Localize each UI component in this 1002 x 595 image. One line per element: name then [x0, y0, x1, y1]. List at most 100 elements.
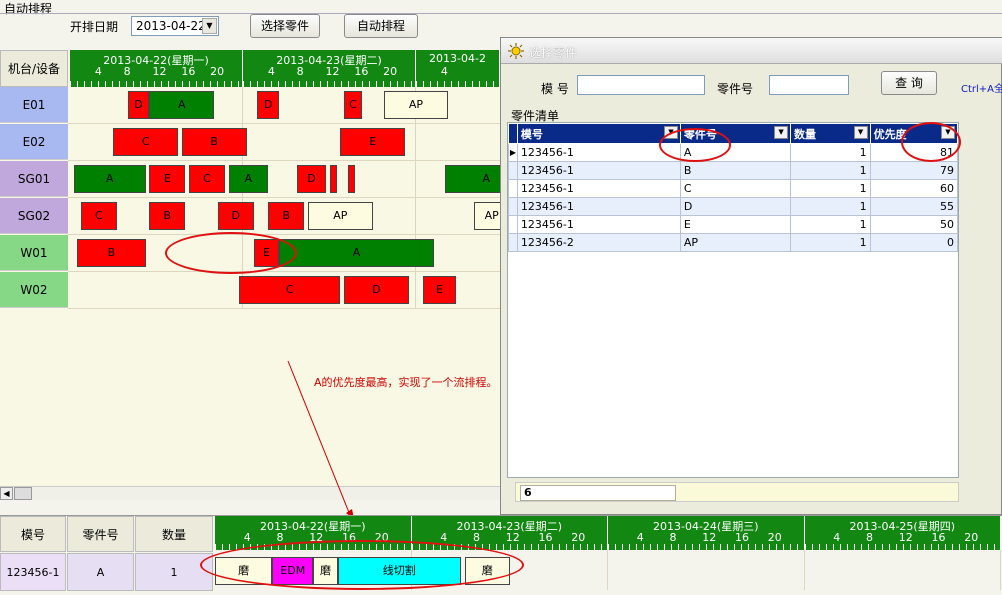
table-cell[interactable]: 123456-2: [516, 233, 681, 252]
auto-schedule-button[interactable]: 自动排程: [344, 14, 418, 38]
task-bar[interactable]: A: [279, 239, 434, 267]
process-cell: A: [67, 553, 134, 591]
table-row[interactable]: 123456-1 E 1 50: [508, 215, 959, 234]
tick-marks: [416, 81, 499, 87]
mold-input[interactable]: [577, 75, 705, 95]
table-row[interactable]: 123456-1 B 1 79: [508, 161, 959, 180]
task-bar[interactable]: AP: [307, 202, 373, 230]
table-cell[interactable]: 1: [790, 215, 871, 234]
task-bar[interactable]: A: [444, 165, 500, 193]
scroll-left-icon[interactable]: ◀: [0, 487, 13, 500]
task-bar[interactable]: C: [239, 276, 341, 304]
parts-grid-area: 模号 ▼ 零件号 ▼ 数量 ▼ 优先度 ▼ ▶ 123456-1 A 1 81 123456-1 B 1 79…: [507, 122, 959, 478]
row-selector[interactable]: [508, 197, 518, 216]
table-cell[interactable]: B: [679, 161, 792, 180]
horizontal-scrollbar[interactable]: ◀: [0, 486, 500, 500]
select-parts-button[interactable]: 选择零件: [250, 14, 320, 38]
row-selector[interactable]: [508, 179, 518, 198]
table-cell[interactable]: 123456-1: [516, 215, 681, 234]
day-divider: [607, 550, 608, 590]
hour-tick-label: 16: [931, 531, 946, 544]
table-cell[interactable]: 123456-1: [516, 161, 681, 180]
scroll-thumb[interactable]: [14, 487, 32, 500]
column-header[interactable]: 模号 ▼: [516, 123, 681, 144]
filter-dropdown-icon[interactable]: ▼: [774, 126, 789, 139]
task-bar[interactable]: E: [340, 128, 406, 156]
column-header[interactable]: 数量 ▼: [790, 123, 871, 144]
task-bar[interactable]: [347, 165, 355, 193]
task-bar[interactable]: D: [257, 91, 280, 119]
machine-label-sg01: SG01: [0, 161, 68, 197]
table-cell[interactable]: 1: [790, 197, 871, 216]
task-bar[interactable]: D: [343, 276, 409, 304]
table-cell[interactable]: 79: [869, 161, 959, 180]
table-row[interactable]: 123456-1 D 1 55: [508, 197, 959, 216]
table-cell[interactable]: 1: [790, 179, 871, 198]
row-selector[interactable]: ▶: [508, 143, 518, 162]
sun-icon: [508, 43, 524, 59]
process-panel: 模号 123456-1 零件号 A 数量 1 2013-04-22(星期一) 4 8 12 16 2…: [0, 515, 1002, 595]
task-bar[interactable]: E: [423, 276, 456, 304]
table-row[interactable]: ▶ 123456-1 A 1 81: [508, 143, 959, 162]
hour-tick-label: 4: [636, 531, 644, 544]
hour-tick-label: 4: [440, 531, 448, 544]
task-bar[interactable]: A: [228, 165, 269, 193]
hour-tick-label: 4: [267, 65, 275, 78]
day-divider: [1000, 550, 1001, 590]
part-input[interactable]: [769, 75, 849, 95]
row-selector[interactable]: [508, 215, 518, 234]
filter-dropdown-icon[interactable]: ▼: [853, 126, 868, 139]
table-cell[interactable]: D: [679, 197, 792, 216]
row-selector[interactable]: [508, 161, 518, 180]
task-bar[interactable]: B: [149, 202, 186, 230]
table-cell[interactable]: 0: [869, 233, 959, 252]
query-button[interactable]: 查 询: [881, 71, 937, 95]
column-header-label: 模号: [520, 127, 543, 141]
task-bar[interactable]: C: [80, 202, 117, 230]
day-header: 2013-04-24(星期三) 4 8 12 16 20: [608, 516, 805, 550]
table-cell[interactable]: 1: [790, 233, 871, 252]
table-cell[interactable]: 1: [790, 161, 871, 180]
task-bar[interactable]: D: [297, 165, 326, 193]
table-row[interactable]: 123456-1 C 1 60: [508, 179, 959, 198]
task-bar[interactable]: A: [73, 165, 146, 193]
table-cell[interactable]: 123456-1: [516, 179, 681, 198]
hour-tick-label: 4: [94, 65, 102, 78]
table-cell[interactable]: AP: [679, 233, 792, 252]
task-bar[interactable]: B: [268, 202, 305, 230]
task-bar[interactable]: D: [127, 91, 150, 119]
task-bar[interactable]: B: [77, 239, 146, 267]
process-cell: 1: [135, 553, 213, 591]
start-date-picker[interactable]: 2013-04-22 ▼: [131, 16, 219, 36]
day-divider: [803, 550, 805, 590]
hour-tick-label: 16: [181, 65, 196, 78]
task-bar[interactable]: B: [181, 128, 247, 156]
task-bar[interactable]: AP: [473, 202, 500, 230]
table-cell[interactable]: E: [679, 215, 792, 234]
machine-label-e02: E02: [0, 124, 68, 160]
table-cell[interactable]: 1: [790, 143, 871, 162]
table-cell[interactable]: 55: [869, 197, 959, 216]
task-bar[interactable]: AP: [383, 91, 449, 119]
task-bar[interactable]: C: [188, 165, 225, 193]
task-bar[interactable]: D: [217, 202, 254, 230]
task-bar[interactable]: [329, 165, 337, 193]
table-cell[interactable]: C: [679, 179, 792, 198]
table-cell[interactable]: 123456-1: [516, 143, 681, 162]
table-row[interactable]: 123456-2 AP 1 0: [508, 233, 959, 252]
row-selector[interactable]: [508, 233, 518, 252]
day-header: 2013-04-22(星期一) 4 8 12 16 20: [70, 50, 243, 87]
hour-tick-label: 20: [571, 531, 586, 544]
table-cell[interactable]: 60: [869, 179, 959, 198]
table-cell[interactable]: 50: [869, 215, 959, 234]
task-bar[interactable]: C: [113, 128, 179, 156]
hour-tick-label: 20: [210, 65, 225, 78]
part-label: 零件号: [717, 82, 754, 96]
hour-tick-label: 8: [276, 531, 284, 544]
table-cell[interactable]: 123456-1: [516, 197, 681, 216]
row-divider: [68, 197, 500, 198]
chevron-down-icon[interactable]: ▼: [202, 18, 217, 34]
task-bar[interactable]: A: [149, 91, 215, 119]
task-bar[interactable]: E: [149, 165, 186, 193]
task-bar[interactable]: C: [343, 91, 362, 119]
